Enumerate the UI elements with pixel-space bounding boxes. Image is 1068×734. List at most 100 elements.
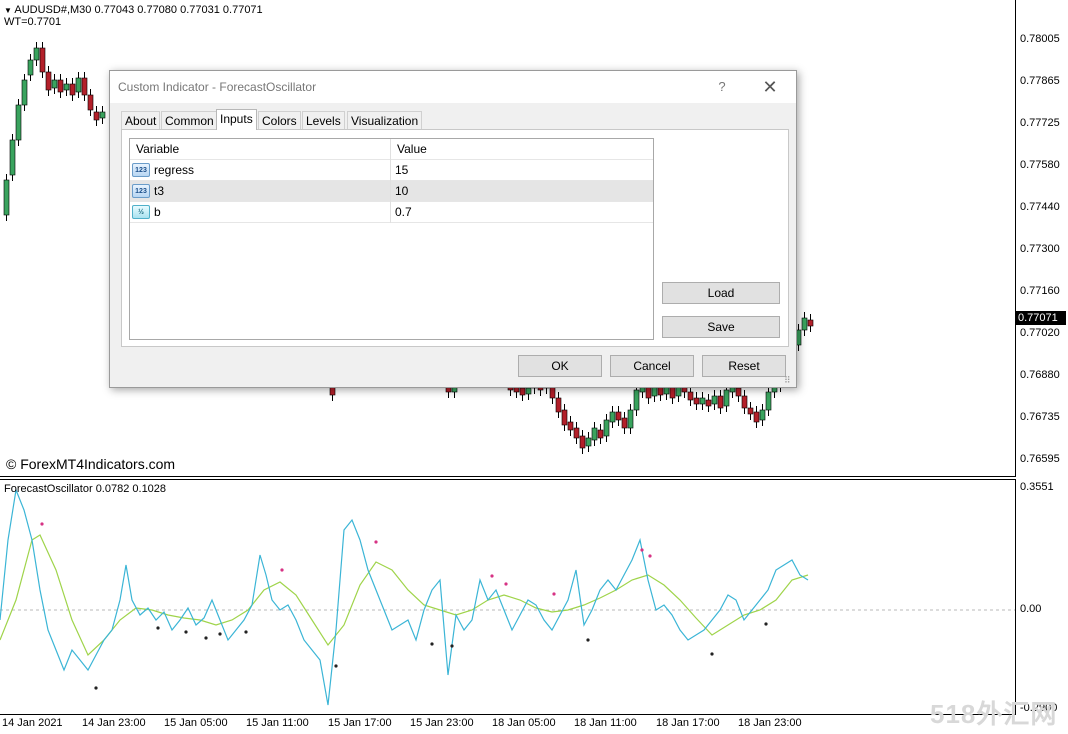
candle-body [609, 411, 616, 423]
tab-levels[interactable]: Levels [302, 111, 345, 129]
signal-dot [156, 626, 160, 630]
candle-body [807, 319, 814, 327]
candle-body [3, 179, 10, 216]
price-label: 0.77865 [1020, 75, 1060, 87]
candle-body [759, 409, 766, 421]
price-label: 0.77020 [1020, 327, 1060, 339]
ok-button[interactable]: OK [518, 355, 602, 377]
table-row[interactable]: 123 t3 10 [130, 181, 653, 202]
column-divider [390, 139, 391, 223]
dropdown-triangle-icon[interactable]: ▼ [4, 6, 12, 15]
time-label: 15 Jan 23:00 [410, 717, 474, 729]
column-header-variable[interactable]: Variable [130, 139, 391, 160]
time-label: 18 Jan 05:00 [492, 717, 556, 729]
site-watermark: 518外汇网 [930, 699, 1058, 729]
candle-body [735, 387, 742, 397]
oscillator-chart [0, 487, 1015, 706]
candle-body [711, 395, 718, 405]
time-label: 15 Jan 17:00 [328, 717, 392, 729]
signal-dot [586, 638, 590, 642]
price-label: 0.77300 [1020, 243, 1060, 255]
time-label: 14 Jan 2021 [2, 717, 63, 729]
tab-colors[interactable]: Colors [258, 111, 301, 129]
candle-body [99, 111, 106, 119]
time-label: 15 Jan 05:00 [164, 717, 228, 729]
variable-name: b [154, 205, 161, 219]
candle-body [93, 111, 100, 121]
candle-body [615, 411, 622, 421]
candle-body [567, 421, 574, 431]
oscillator-line [0, 487, 809, 706]
candle-body [27, 59, 34, 76]
signal-dot [552, 592, 556, 596]
variable-name: regress [154, 163, 195, 177]
tab-inputs[interactable]: Inputs [216, 109, 257, 130]
column-header-value[interactable]: Value [391, 139, 653, 160]
candle-body [741, 395, 748, 409]
candle-body [573, 427, 580, 439]
candle-body [723, 389, 730, 407]
help-button[interactable]: ? [714, 77, 730, 97]
candle-body [603, 419, 610, 437]
price-label: 0.77580 [1020, 159, 1060, 171]
signal-dot [218, 632, 222, 636]
current-price-marker: 0.77071 [1016, 311, 1066, 325]
price-label: 0.78005 [1020, 33, 1060, 45]
variable-value[interactable]: 15 [395, 160, 408, 180]
custom-indicator-dialog: Custom Indicator - ForecastOscillator ? … [109, 70, 797, 388]
candle-body [747, 407, 754, 415]
candle-body [87, 94, 94, 111]
signal-dot [648, 554, 652, 558]
signal-dot [764, 622, 768, 626]
candle-body [555, 397, 562, 413]
variable-value[interactable]: 10 [395, 181, 408, 201]
price-label: 0.76880 [1020, 369, 1060, 381]
parameters-table[interactable]: Variable Value 123 regress 15 123 t3 10 … [129, 138, 654, 340]
tab-visualization[interactable]: Visualization [347, 111, 423, 129]
candle-body [765, 391, 772, 411]
candle-body [705, 399, 712, 407]
tab-common[interactable]: Common [161, 111, 218, 129]
candle-body [699, 397, 706, 405]
candle-body [633, 389, 640, 411]
dialog-title: Custom Indicator - ForecastOscillator [118, 80, 317, 94]
candle-body [33, 47, 40, 61]
candle-body [801, 317, 808, 331]
variable-name: t3 [154, 184, 165, 198]
signal-dot [40, 522, 44, 526]
candle-body [597, 429, 604, 439]
signal-dot [640, 548, 644, 552]
candle-body [621, 417, 628, 429]
osc-axis-label: 0.00 [1020, 603, 1042, 615]
candle-body [69, 83, 76, 96]
candle-body [687, 391, 694, 401]
cancel-button[interactable]: Cancel [610, 355, 694, 377]
osc-axis-label: 0.3551 [1020, 481, 1054, 493]
table-row[interactable]: 123 regress 15 [130, 160, 653, 181]
signal-dot [94, 686, 98, 690]
candle-body [51, 79, 58, 89]
signal-dot [244, 630, 248, 634]
signal-dot [374, 540, 378, 544]
signal-dot [450, 644, 454, 648]
price-label: 0.76735 [1020, 411, 1060, 423]
save-button[interactable]: Save [662, 316, 780, 338]
signal-dot [280, 568, 284, 572]
candle-body [591, 427, 598, 441]
time-label: 15 Jan 11:00 [246, 717, 309, 729]
table-row[interactable]: ½ b 0.7 [130, 202, 653, 223]
dialog-titlebar[interactable]: Custom Indicator - ForecastOscillator ? … [110, 71, 796, 103]
reset-button[interactable]: Reset [702, 355, 786, 377]
candle-body [519, 387, 526, 396]
candle-body [21, 79, 28, 106]
close-button[interactable]: ✕ [758, 75, 782, 99]
candle-body [81, 77, 88, 96]
signal-dot [710, 652, 714, 656]
tab-about[interactable]: About [121, 111, 161, 129]
time-label: 18 Jan 23:00 [738, 717, 802, 729]
load-button[interactable]: Load [662, 282, 780, 304]
oscillator-pane[interactable]: ForecastOscillator 0.0782 0.1028 [0, 479, 1016, 715]
variable-value[interactable]: 0.7 [395, 202, 412, 222]
candle-body [39, 47, 46, 73]
resize-grip-icon[interactable]: ⠿ [784, 375, 794, 385]
